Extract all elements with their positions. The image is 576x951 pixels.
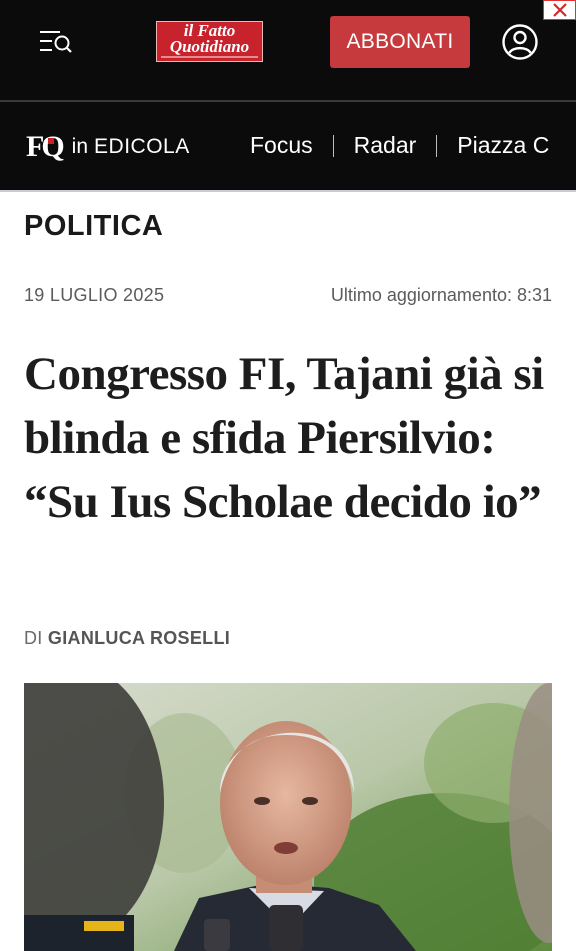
edicola-in-text: in: [71, 135, 89, 158]
nav-link-piazza[interactable]: Piazza C: [457, 132, 549, 159]
nav-link-focus[interactable]: Focus: [250, 132, 313, 159]
byline-prefix: DI: [24, 628, 43, 648]
author-link[interactable]: GIANLUCA ROSELLI: [48, 628, 230, 648]
article-date: 19 LUGLIO 2025: [24, 285, 165, 305]
logo-tagline-bar: [161, 56, 258, 58]
nav-links: Focus Radar Piazza C: [250, 132, 549, 159]
edicola-label: EDICOLA: [94, 135, 190, 158]
edicola-link[interactable]: FQ in EDICOLA: [26, 127, 190, 167]
nav-bottom-border: [0, 190, 576, 192]
user-icon[interactable]: [500, 22, 540, 62]
byline: DI GIANLUCA ROSELLI: [24, 628, 230, 649]
nav-link-radar[interactable]: Radar: [354, 132, 417, 159]
article-headline: Congresso FI, Tajani già si blinda e sfi…: [24, 348, 544, 528]
subscribe-button[interactable]: ABBONATI: [330, 16, 470, 68]
logo-text: il Fatto Quotidiano: [169, 21, 250, 56]
nav-separator: [436, 134, 438, 157]
menu-search-icon[interactable]: [36, 26, 76, 58]
last-updated: Ultimo aggiornamento: 8:31: [330, 285, 552, 305]
article-photo[interactable]: [24, 683, 552, 951]
top-header: il Fatto Quotidiano ABBONATI: [0, 0, 576, 100]
section-label[interactable]: POLITICA: [24, 210, 163, 243]
site-logo[interactable]: il Fatto Quotidiano: [156, 21, 263, 62]
fq-logo: FQ: [26, 130, 65, 163]
close-icon[interactable]: [543, 0, 576, 20]
section-nav: FQ in EDICOLA Focus Radar Piazza C: [0, 102, 576, 190]
nav-separator: [332, 134, 334, 157]
